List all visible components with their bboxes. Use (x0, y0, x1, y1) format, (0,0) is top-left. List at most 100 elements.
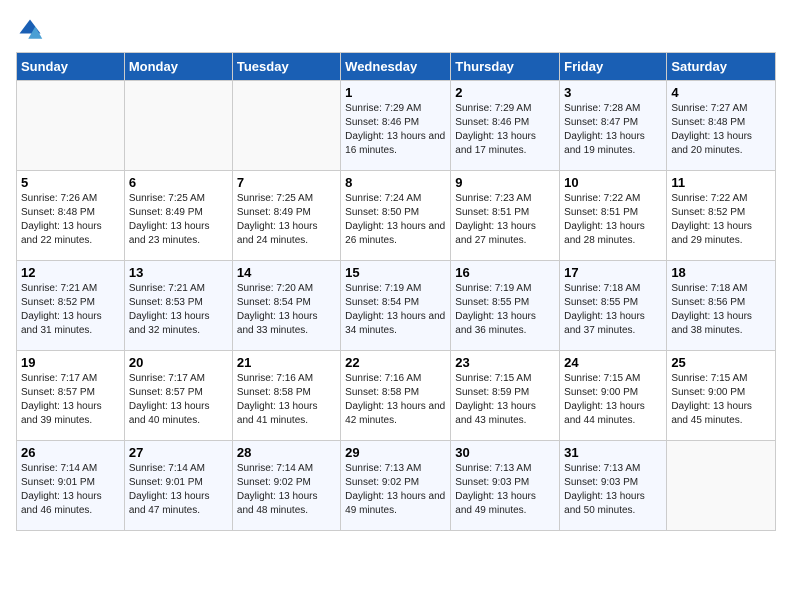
header-cell-wednesday: Wednesday (341, 53, 451, 81)
day-info: Sunrise: 7:28 AM Sunset: 8:47 PM Dayligh… (564, 102, 662, 158)
day-number: 26 (21, 445, 120, 460)
day-cell: 30 Sunrise: 7:13 AM Sunset: 9:03 PM Dayli… (451, 441, 560, 531)
day-cell: 23Sunrise: 7:15 AM Sunset: 8:59 PM Dayli… (451, 351, 560, 441)
day-number: 25 (671, 355, 771, 370)
day-number: 31 (564, 445, 662, 460)
day-info: Sunrise: 7:26 AM Sunset: 8:48 PM Dayligh… (21, 192, 120, 248)
header-cell-friday: Friday (560, 53, 667, 81)
day-number: 18 (671, 265, 771, 280)
day-cell: 7Sunrise: 7:25 AM Sunset: 8:49 PM Daylig… (232, 171, 340, 261)
day-cell: 10 Sunrise: 7:22 AM Sunset: 8:51 PM Dayli… (560, 171, 667, 261)
day-cell: 6 Sunrise: 7:25 AM Sunset: 8:49 PM Daylig… (124, 171, 232, 261)
day-number: 21 (237, 355, 336, 370)
day-cell: 31 Sunrise: 7:13 AM Sunset: 9:03 PM Dayli… (560, 441, 667, 531)
day-number: 11 (671, 175, 771, 190)
day-cell: 24 Sunrise: 7:15 AM Sunset: 9:00 PM Dayli… (560, 351, 667, 441)
day-info: Sunrise: 7:25 AM Sunset: 8:49 PM Dayligh… (129, 192, 228, 248)
day-number: 28 (237, 445, 336, 460)
day-number: 30 (455, 445, 555, 460)
day-info: Sunrise: 7:21 AM Sunset: 8:53 PM Dayligh… (129, 282, 228, 338)
day-cell: 22 Sunrise: 7:16 AM Sunset: 8:58 PM Dayli… (341, 351, 451, 441)
day-number: 17 (564, 265, 662, 280)
day-number: 19 (21, 355, 120, 370)
day-number: 13 (129, 265, 228, 280)
day-cell: 15 Sunrise: 7:19 AM Sunset: 8:54 PM Dayli… (341, 261, 451, 351)
day-info: Sunrise: 7:29 AM Sunset: 8:46 PM Dayligh… (455, 102, 555, 158)
header-cell-sunday: Sunday (17, 53, 125, 81)
day-info: Sunrise: 7:25 AM Sunset: 8:49 PM Dayligh… (237, 192, 336, 248)
day-info: Sunrise: 7:27 AM Sunset: 8:48 PM Dayligh… (671, 102, 771, 158)
day-cell: 19 Sunrise: 7:17 AM Sunset: 8:57 PM Dayli… (17, 351, 125, 441)
day-cell: 16 Sunrise: 7:19 AM Sunset: 8:55 PM Dayli… (451, 261, 560, 351)
day-cell: 29Sunrise: 7:13 AM Sunset: 9:02 PM Dayli… (341, 441, 451, 531)
day-cell (17, 81, 125, 171)
day-cell: 13 Sunrise: 7:21 AM Sunset: 8:53 PM Dayli… (124, 261, 232, 351)
day-info: Sunrise: 7:16 AM Sunset: 8:58 PM Dayligh… (345, 372, 446, 428)
day-info: Sunrise: 7:13 AM Sunset: 9:02 PM Dayligh… (345, 462, 446, 518)
day-info: Sunrise: 7:13 AM Sunset: 9:03 PM Dayligh… (455, 462, 555, 518)
day-number: 2 (455, 85, 555, 100)
day-cell: 12Sunrise: 7:21 AM Sunset: 8:52 PM Dayli… (17, 261, 125, 351)
day-number: 20 (129, 355, 228, 370)
day-info: Sunrise: 7:29 AM Sunset: 8:46 PM Dayligh… (345, 102, 446, 158)
day-number: 6 (129, 175, 228, 190)
week-row-2: 5 Sunrise: 7:26 AM Sunset: 8:48 PM Daylig… (17, 171, 776, 261)
calendar-table: SundayMondayTuesdayWednesdayThursdayFrid… (16, 52, 776, 531)
day-cell: 21 Sunrise: 7:16 AM Sunset: 8:58 PM Dayli… (232, 351, 340, 441)
week-row-4: 19 Sunrise: 7:17 AM Sunset: 8:57 PM Dayli… (17, 351, 776, 441)
day-number: 5 (21, 175, 120, 190)
day-cell: 14 Sunrise: 7:20 AM Sunset: 8:54 PM Dayli… (232, 261, 340, 351)
day-info: Sunrise: 7:22 AM Sunset: 8:51 PM Dayligh… (564, 192, 662, 248)
day-info: Sunrise: 7:18 AM Sunset: 8:56 PM Dayligh… (671, 282, 771, 338)
header-row: SundayMondayTuesdayWednesdayThursdayFrid… (17, 53, 776, 81)
day-number: 16 (455, 265, 555, 280)
header-cell-monday: Monday (124, 53, 232, 81)
day-number: 9 (455, 175, 555, 190)
logo (16, 16, 48, 44)
day-cell: 28 Sunrise: 7:14 AM Sunset: 9:02 PM Dayli… (232, 441, 340, 531)
day-info: Sunrise: 7:18 AM Sunset: 8:55 PM Dayligh… (564, 282, 662, 338)
day-info: Sunrise: 7:16 AM Sunset: 8:58 PM Dayligh… (237, 372, 336, 428)
day-info: Sunrise: 7:14 AM Sunset: 9:01 PM Dayligh… (129, 462, 228, 518)
week-row-3: 12Sunrise: 7:21 AM Sunset: 8:52 PM Dayli… (17, 261, 776, 351)
day-cell (232, 81, 340, 171)
day-info: Sunrise: 7:22 AM Sunset: 8:52 PM Dayligh… (671, 192, 771, 248)
day-info: Sunrise: 7:23 AM Sunset: 8:51 PM Dayligh… (455, 192, 555, 248)
day-cell: 9 Sunrise: 7:23 AM Sunset: 8:51 PM Daylig… (451, 171, 560, 261)
day-number: 23 (455, 355, 555, 370)
day-info: Sunrise: 7:20 AM Sunset: 8:54 PM Dayligh… (237, 282, 336, 338)
day-cell (667, 441, 776, 531)
day-cell: 27Sunrise: 7:14 AM Sunset: 9:01 PM Dayli… (124, 441, 232, 531)
header-cell-saturday: Saturday (667, 53, 776, 81)
calendar-header: SundayMondayTuesdayWednesdayThursdayFrid… (17, 53, 776, 81)
day-cell: 1Sunrise: 7:29 AM Sunset: 8:46 PM Daylig… (341, 81, 451, 171)
day-number: 8 (345, 175, 446, 190)
day-number: 15 (345, 265, 446, 280)
day-cell: 5 Sunrise: 7:26 AM Sunset: 8:48 PM Daylig… (17, 171, 125, 261)
day-number: 10 (564, 175, 662, 190)
day-cell: 8 Sunrise: 7:24 AM Sunset: 8:50 PM Daylig… (341, 171, 451, 261)
header-cell-thursday: Thursday (451, 53, 560, 81)
day-info: Sunrise: 7:14 AM Sunset: 9:02 PM Dayligh… (237, 462, 336, 518)
day-info: Sunrise: 7:19 AM Sunset: 8:54 PM Dayligh… (345, 282, 446, 338)
day-info: Sunrise: 7:13 AM Sunset: 9:03 PM Dayligh… (564, 462, 662, 518)
day-cell: 25Sunrise: 7:15 AM Sunset: 9:00 PM Dayli… (667, 351, 776, 441)
day-info: Sunrise: 7:17 AM Sunset: 8:57 PM Dayligh… (21, 372, 120, 428)
day-number: 14 (237, 265, 336, 280)
day-cell: 3 Sunrise: 7:28 AM Sunset: 8:47 PM Daylig… (560, 81, 667, 171)
day-cell: 2 Sunrise: 7:29 AM Sunset: 8:46 PM Daylig… (451, 81, 560, 171)
day-number: 3 (564, 85, 662, 100)
day-info: Sunrise: 7:15 AM Sunset: 9:00 PM Dayligh… (564, 372, 662, 428)
day-number: 4 (671, 85, 771, 100)
day-number: 22 (345, 355, 446, 370)
day-info: Sunrise: 7:24 AM Sunset: 8:50 PM Dayligh… (345, 192, 446, 248)
day-cell: 11 Sunrise: 7:22 AM Sunset: 8:52 PM Dayli… (667, 171, 776, 261)
day-cell: 20Sunrise: 7:17 AM Sunset: 8:57 PM Dayli… (124, 351, 232, 441)
week-row-5: 26 Sunrise: 7:14 AM Sunset: 9:01 PM Dayli… (17, 441, 776, 531)
day-cell: 18 Sunrise: 7:18 AM Sunset: 8:56 PM Dayli… (667, 261, 776, 351)
day-info: Sunrise: 7:19 AM Sunset: 8:55 PM Dayligh… (455, 282, 555, 338)
day-info: Sunrise: 7:21 AM Sunset: 8:52 PM Dayligh… (21, 282, 120, 338)
day-number: 24 (564, 355, 662, 370)
day-cell: 4 Sunrise: 7:27 AM Sunset: 8:48 PM Daylig… (667, 81, 776, 171)
header-cell-tuesday: Tuesday (232, 53, 340, 81)
